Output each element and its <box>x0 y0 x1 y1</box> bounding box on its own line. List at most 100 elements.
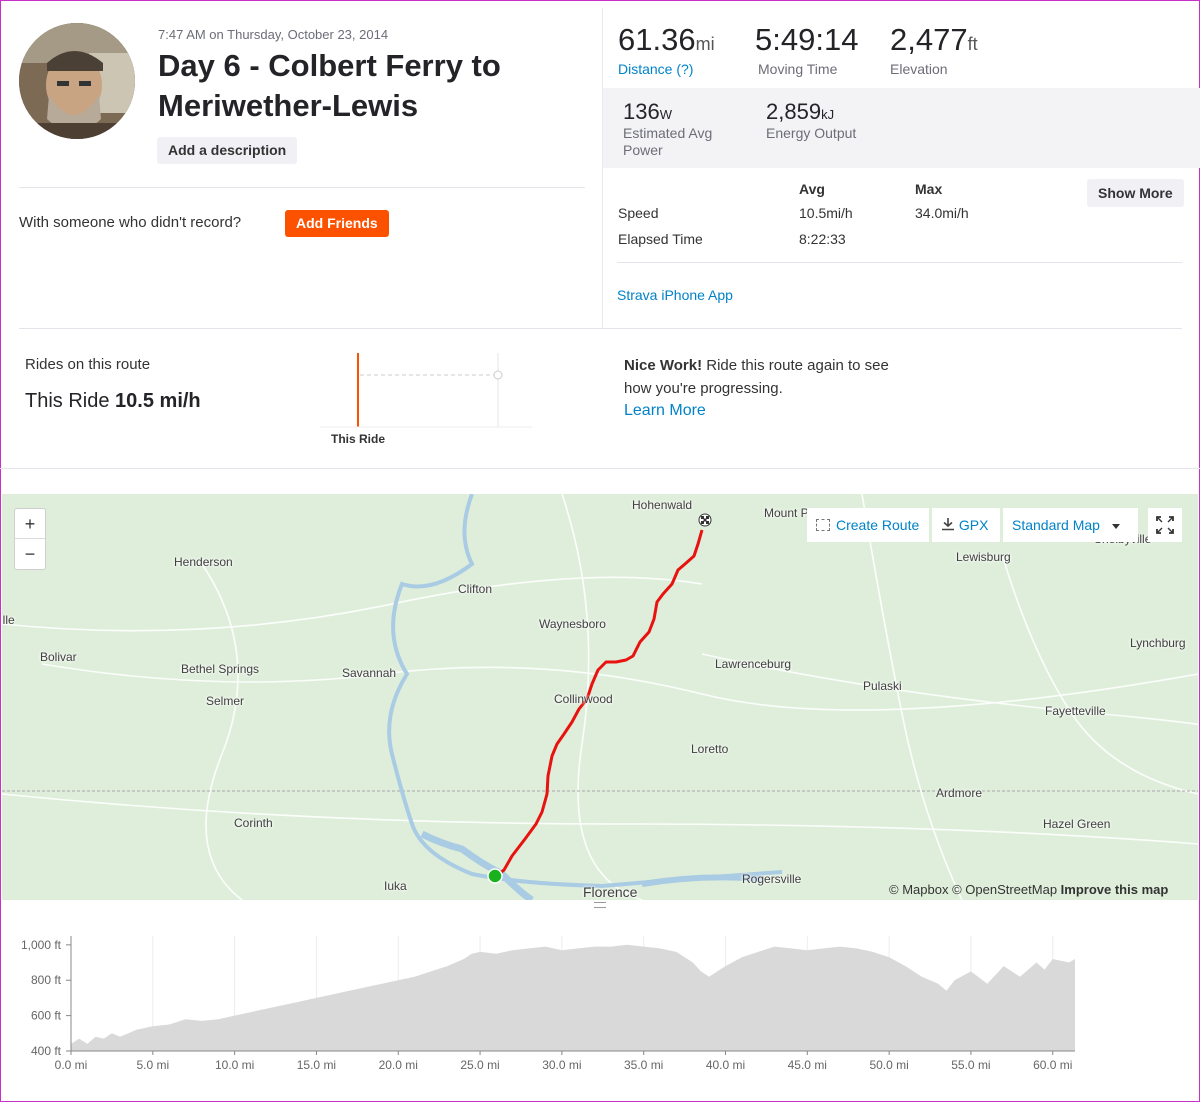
elevation-number: 2,477 <box>890 22 968 57</box>
distance-number: 61.36 <box>618 22 696 57</box>
place-label: Hazel Green <box>1043 817 1111 831</box>
tennessee-river <box>387 494 783 889</box>
with-someone-text: With someone who didn't record? <box>19 214 242 231</box>
energy-number: 2,859 <box>766 99 822 124</box>
energy-value: 2,859kJ <box>766 99 834 125</box>
device-app-link[interactable]: Strava iPhone App <box>617 287 733 303</box>
x-tick-label: 60.0 mi <box>1033 1058 1072 1072</box>
distance-value: 61.36mi <box>618 22 715 58</box>
zoom-in-button[interactable]: + <box>15 509 45 539</box>
energy-unit: kJ <box>821 107 835 122</box>
avg-speed: 10.5mi/h <box>799 205 853 221</box>
x-tick-label: 25.0 mi <box>460 1058 499 1072</box>
add-friends-button[interactable]: Add Friends <box>285 210 389 237</box>
max-header: Max <box>915 181 943 197</box>
max-speed: 34.0mi/h <box>915 205 969 221</box>
rides-on-route-label: Rides on this route <box>25 356 151 373</box>
place-label: Loretto <box>691 742 729 756</box>
add-description-button[interactable]: Add a description <box>157 137 298 164</box>
activity-timestamp: 7:47 AM on Thursday, October 23, 2014 <box>158 27 389 42</box>
place-label: Henderson <box>174 555 233 569</box>
route-map[interactable]: Hohenwald Mount P Shelbyville Lewisburg … <box>2 494 1198 900</box>
y-tick-label: 400 ft <box>31 1044 62 1058</box>
nice-work-message: Nice Work! Ride this route again to see … <box>624 354 894 400</box>
map-type-dropdown[interactable]: Standard Map <box>1003 508 1138 542</box>
elapsed-time-label: Elapsed Time <box>618 231 703 247</box>
place-label: Bolivar <box>40 650 77 664</box>
distance-info-link[interactable]: Distance (?) <box>618 61 693 77</box>
y-tick-label: 600 ft <box>31 1009 62 1023</box>
elevation-unit: ft <box>967 34 978 54</box>
start-marker[interactable] <box>487 868 503 884</box>
place-label: Florence <box>583 884 638 900</box>
y-tick-label: 800 ft <box>31 973 62 987</box>
gpx-download-button[interactable]: GPX <box>932 508 1000 542</box>
activity-title: Day 6 - Colbert Ferry to Meriwether-Lewi… <box>158 48 501 123</box>
power-unit: W <box>659 107 672 122</box>
gpx-label: GPX <box>958 517 989 533</box>
place-label: Savannah <box>342 666 397 680</box>
x-tick-label: 0.0 mi <box>55 1058 88 1072</box>
lake <box>420 830 534 900</box>
moving-time-value: 5:49:14 <box>755 22 859 57</box>
moving-time-label: Moving Time <box>758 61 838 77</box>
create-route-button[interactable]: Create Route <box>807 508 929 542</box>
x-tick-label: 5.0 mi <box>136 1058 169 1072</box>
y-tick-label: 1,000 ft <box>21 938 62 952</box>
mapbox-attribution[interactable]: © Mapbox <box>889 882 948 897</box>
avg-header: Avg <box>799 181 825 197</box>
place-label: Lynchburg <box>1130 636 1186 650</box>
divider <box>0 468 1200 469</box>
divider <box>602 8 603 328</box>
x-tick-label: 45.0 mi <box>788 1058 827 1072</box>
fullscreen-button[interactable] <box>1148 508 1182 542</box>
finish-flag-icon[interactable] <box>698 513 712 527</box>
map-type-label: Standard Map <box>1012 517 1100 533</box>
elapsed-time-value: 8:22:33 <box>799 231 846 247</box>
x-tick-label: 35.0 mi <box>624 1058 663 1072</box>
place-label: Selmer <box>206 694 245 708</box>
this-ride-speed-value: 10.5 mi/h <box>115 390 201 412</box>
place-label: Collinwood <box>554 692 613 706</box>
learn-more-link[interactable]: Learn More <box>624 402 706 420</box>
x-tick-label: 10.0 mi <box>215 1058 254 1072</box>
zoom-out-button[interactable]: − <box>15 539 45 569</box>
place-label: ille <box>2 613 15 627</box>
elevation-chart[interactable]: 400 ft 600 ft 800 ft 1,000 ft 0.0 mi 5.0 mi 10… <box>0 928 1200 1078</box>
elevation-value: 2,477ft <box>890 22 978 58</box>
power-label: Estimated Avg Power <box>623 125 713 158</box>
divider <box>19 328 1182 329</box>
x-tick-label: 55.0 mi <box>951 1058 990 1072</box>
distance-unit: mi <box>695 34 715 54</box>
place-label: Rogersville <box>742 872 802 886</box>
x-tick-label: 15.0 mi <box>297 1058 336 1072</box>
place-label: Ardmore <box>936 786 983 800</box>
elevation-label: Elevation <box>890 61 948 77</box>
resize-handle[interactable] <box>594 902 606 908</box>
nice-work-heading: Nice Work! <box>624 357 703 374</box>
this-ride-chart-label: This Ride <box>331 432 385 446</box>
athlete-avatar[interactable] <box>19 23 135 139</box>
speed-label: Speed <box>618 205 659 221</box>
caret-down-icon <box>1111 523 1120 529</box>
place-label: Mount P <box>764 506 809 520</box>
divider <box>19 187 585 188</box>
power-value: 136W <box>623 99 672 125</box>
fullscreen-icon <box>1156 516 1174 534</box>
future-ride-point <box>493 370 503 380</box>
place-label: Waynesboro <box>539 617 606 631</box>
osm-attribution[interactable]: © OpenStreetMap <box>952 882 1057 897</box>
place-label: Pulaski <box>863 679 902 693</box>
place-label: Clifton <box>458 582 493 596</box>
place-label: Iuka <box>384 879 407 893</box>
place-label: Fayetteville <box>1045 704 1106 718</box>
download-icon <box>942 518 954 531</box>
improve-map-link[interactable]: Improve this map <box>1061 882 1169 897</box>
show-more-button[interactable]: Show More <box>1087 179 1184 207</box>
this-ride-speed: This Ride 10.5 mi/h <box>25 390 201 413</box>
place-label: Corinth <box>234 816 273 830</box>
zoom-control: + − <box>14 508 46 570</box>
elevation-area <box>71 944 1075 1051</box>
place-label: Lawrenceburg <box>715 657 792 671</box>
place-label: Bethel Springs <box>181 662 260 676</box>
